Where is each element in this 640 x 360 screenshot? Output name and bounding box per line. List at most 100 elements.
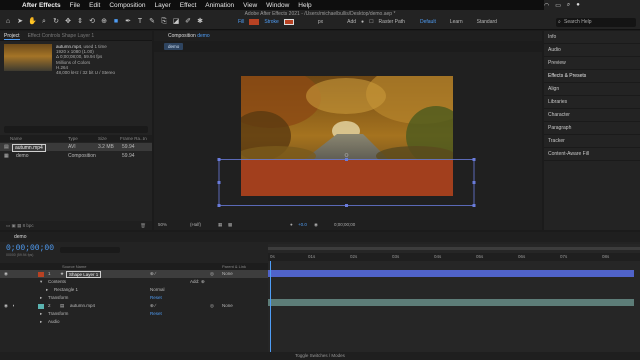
video-layer-bar[interactable] xyxy=(268,299,634,306)
shape-bounding-box[interactable] xyxy=(154,52,542,220)
time-graph[interactable]: 0s 01s 02s 03s 04s 05s 06s 07s 08s xyxy=(268,244,640,352)
parent-select[interactable]: None xyxy=(222,302,233,310)
audio-icon[interactable]: ◖ xyxy=(12,302,15,310)
layer-name[interactable]: autumn.mp4 xyxy=(70,302,95,310)
panel-tracker[interactable]: Tracker xyxy=(544,135,640,148)
parent-pickwhip-icon[interactable]: ◎ xyxy=(210,270,214,278)
menu-window[interactable]: Window xyxy=(266,2,289,9)
stroke-label[interactable]: Stroke xyxy=(264,19,278,25)
battery-icon[interactable]: ▭ xyxy=(555,2,561,9)
search-help-input[interactable]: Search Help xyxy=(556,18,636,27)
project-item[interactable]: ▦ demo Composition 59.94 xyxy=(0,152,152,160)
property-row[interactable]: ▸ Transform Reset xyxy=(0,294,268,302)
zoom-level[interactable]: 50% xyxy=(158,220,167,230)
interpret-footage-icon[interactable]: ▭ xyxy=(6,223,10,228)
panel-libraries[interactable]: Libraries xyxy=(544,96,640,109)
workspace-standard[interactable]: Standard xyxy=(477,19,497,25)
dolly-tool-icon[interactable]: ⇕ xyxy=(76,18,84,26)
rectangle-tool-icon[interactable]: ■ xyxy=(112,18,120,26)
hand-tool-icon[interactable]: ✋ xyxy=(28,18,37,26)
composition-tab[interactable]: Composition demo xyxy=(154,31,542,41)
roto-tool-icon[interactable]: ✐ xyxy=(184,18,192,26)
property-row[interactable]: ▸ Audio xyxy=(0,318,268,326)
project-search-input[interactable] xyxy=(4,126,148,133)
pen-tool-icon[interactable]: ✒ xyxy=(124,18,132,26)
menu-help[interactable]: Help xyxy=(298,2,311,9)
rotate-tool-icon[interactable]: ⟲ xyxy=(88,18,96,26)
clone-tool-icon[interactable]: ⎘ xyxy=(160,18,168,26)
zoom-tool-icon[interactable]: ⌕ xyxy=(40,18,48,26)
layer-row[interactable]: ◉ 1 ★ Shape Layer 1 ⊕ ∕ ◎ None xyxy=(0,270,268,278)
resolution-select[interactable]: (Half) xyxy=(190,220,201,230)
shape-layer-bar[interactable] xyxy=(268,270,634,277)
exposure-icon[interactable]: ● xyxy=(290,220,293,230)
project-item-name[interactable]: autumn.mp4 xyxy=(12,144,46,152)
parent-pickwhip-icon[interactable]: ◎ xyxy=(210,302,214,310)
menu-layer[interactable]: Layer xyxy=(154,2,170,9)
panel-preview[interactable]: Preview xyxy=(544,57,640,70)
layer-name[interactable]: Shape Layer 1 xyxy=(66,271,102,278)
comp-timecode[interactable]: 0;00;00;00 xyxy=(334,220,355,230)
region-icon[interactable]: ▦ xyxy=(218,220,222,230)
add-dropdown-icon[interactable]: ● xyxy=(361,19,364,25)
spotlight-icon[interactable]: ⌕ xyxy=(567,2,570,9)
expand-icon[interactable]: ▸ xyxy=(46,286,48,294)
puppet-tool-icon[interactable]: ✱ xyxy=(196,18,204,26)
workspace-default[interactable]: Default xyxy=(420,19,436,25)
selection-tool-icon[interactable]: ➤ xyxy=(16,18,24,26)
tab-effect-controls[interactable]: Effect Controls Shape Layer 1 xyxy=(28,31,95,40)
col-frame-rate[interactable]: Frame Ra... xyxy=(120,135,144,142)
panel-content-aware-fill[interactable]: Content-Aware Fill xyxy=(544,148,640,161)
app-menu[interactable]: After Effects xyxy=(22,2,61,9)
expand-icon[interactable]: ▾ xyxy=(40,278,42,286)
menu-animation[interactable]: Animation xyxy=(205,2,234,9)
type-tool-icon[interactable]: T xyxy=(136,18,144,26)
panel-character[interactable]: Character xyxy=(544,109,640,122)
timeline-tab[interactable]: demo xyxy=(0,232,640,242)
fill-label[interactable]: Fill xyxy=(238,19,244,25)
col-size[interactable]: Size xyxy=(98,135,107,142)
project-item[interactable]: ▤ autumn.mp4 AVI 3.2 MB 59.94 xyxy=(0,143,152,152)
stroke-swatch[interactable] xyxy=(283,19,294,25)
panel-align[interactable]: Align xyxy=(544,83,640,96)
trash-icon[interactable]: 🗑 xyxy=(140,221,146,230)
orbit-tool-icon[interactable]: ↻ xyxy=(52,18,60,26)
col-name[interactable]: Name xyxy=(10,135,22,142)
comp-viewer[interactable] xyxy=(154,52,542,220)
tab-project[interactable]: Project xyxy=(4,31,20,40)
property-row[interactable]: ▸ Rectangle 1 Normal xyxy=(0,286,268,294)
expand-icon[interactable]: ▸ xyxy=(40,310,42,318)
visibility-icon[interactable]: ◉ xyxy=(4,302,8,310)
work-area-bar[interactable] xyxy=(268,247,640,250)
label-color[interactable] xyxy=(38,271,44,277)
rectangle-label[interactable]: Rectangle 1 xyxy=(54,286,78,294)
playhead[interactable] xyxy=(270,261,271,352)
wifi-icon[interactable]: ◠ xyxy=(544,2,549,9)
reset-link[interactable]: Reset xyxy=(150,310,162,318)
home-icon[interactable]: ⌂ xyxy=(4,18,12,26)
exposure-value[interactable]: +0.0 xyxy=(298,220,307,230)
menu-composition[interactable]: Composition xyxy=(109,2,145,9)
menu-file[interactable]: File xyxy=(70,2,80,9)
user-icon[interactable]: ● xyxy=(576,2,580,8)
expand-icon[interactable]: ▸ xyxy=(40,294,42,302)
pan-tool-icon[interactable]: ✥ xyxy=(64,18,72,26)
comp-breadcrumb[interactable]: demo xyxy=(164,43,184,50)
property-row[interactable]: ▾ Contents Add: ⊕ xyxy=(0,278,268,286)
blend-mode-select[interactable]: Normal xyxy=(150,286,165,294)
panel-effects-presets[interactable]: Effects & Presets xyxy=(544,70,640,83)
time-ruler[interactable]: 0s 01s 02s 03s 04s 05s 06s 07s 08s xyxy=(268,253,640,261)
switches[interactable]: ⊕ ∕ xyxy=(150,302,156,310)
panel-audio[interactable]: Audio xyxy=(544,44,640,57)
anchor-tool-icon[interactable]: ⊕ xyxy=(100,18,108,26)
snapshot-icon[interactable]: ◉ xyxy=(314,220,318,230)
panel-paragraph[interactable]: Paragraph xyxy=(544,122,640,135)
add-label[interactable]: Add xyxy=(347,19,356,25)
reset-link[interactable]: Reset xyxy=(150,294,162,302)
panel-info[interactable]: Info xyxy=(544,31,640,44)
raster-path-checkbox[interactable]: ☐ xyxy=(369,19,373,25)
visibility-icon[interactable]: ◉ xyxy=(4,270,8,278)
new-comp-icon[interactable]: ▦ xyxy=(17,223,21,228)
menu-edit[interactable]: Edit xyxy=(89,2,100,9)
workspace-learn[interactable]: Learn xyxy=(450,19,463,25)
